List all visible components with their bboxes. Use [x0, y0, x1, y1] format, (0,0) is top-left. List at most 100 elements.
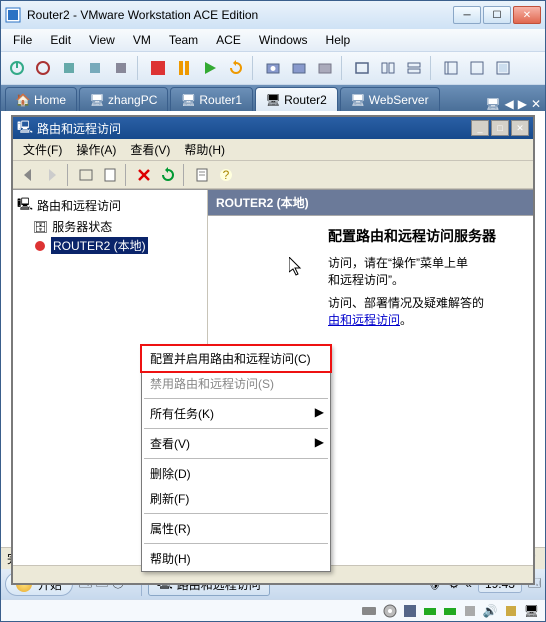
props-icon[interactable] — [99, 164, 121, 186]
view-icon[interactable] — [491, 56, 515, 80]
vm-icon: 🖥 — [351, 93, 365, 107]
help-icon[interactable]: ? — [215, 164, 237, 186]
delete-icon[interactable] — [133, 164, 155, 186]
vmware-statusbar: 🔊 🖥 — [1, 599, 545, 621]
fullscreen-icon[interactable] — [465, 56, 489, 80]
menu-ace[interactable]: ACE — [208, 31, 249, 49]
play-icon[interactable] — [198, 56, 222, 80]
menu-edit[interactable]: Edit — [42, 31, 79, 49]
vmware-window: Router2 - VMware Workstation ACE Edition… — [0, 0, 546, 622]
stop-icon[interactable] — [146, 56, 170, 80]
menu-team[interactable]: Team — [161, 31, 206, 49]
props-icon[interactable] — [191, 164, 213, 186]
snapshot-icon[interactable] — [313, 56, 337, 80]
tab-close-icon[interactable]: ✕ — [531, 97, 541, 111]
ctx-refresh[interactable]: 刷新(F) — [142, 486, 330, 511]
titlebar[interactable]: Router2 - VMware Workstation ACE Edition… — [1, 1, 545, 29]
view-icon[interactable] — [350, 56, 374, 80]
reset-icon[interactable] — [224, 56, 248, 80]
tab-router1[interactable]: 🖥Router1 — [170, 87, 253, 111]
context-menu: 配置并启用路由和远程访问(C) 禁用路由和远程访问(S) 所有任务(K)▶ 查看… — [141, 345, 331, 572]
device-nic-icon[interactable] — [423, 604, 437, 618]
forward-icon[interactable] — [41, 164, 63, 186]
tool-icon[interactable] — [109, 56, 133, 80]
details-text: 访问、部署情况及疑难解答的由和远程访问。 — [328, 294, 525, 328]
poweron-icon[interactable] — [5, 56, 29, 80]
inner-minimize-button[interactable]: _ — [471, 120, 489, 136]
device-usb-icon[interactable] — [463, 604, 477, 618]
server-stopped-icon — [33, 239, 47, 253]
show-icon[interactable] — [75, 164, 97, 186]
device-cd-icon[interactable] — [383, 604, 397, 618]
menu-vm[interactable]: VM — [125, 31, 159, 49]
poweroff-icon[interactable] — [31, 56, 55, 80]
details-text: 访问，请在“操作”菜单上单和远程访问”。 — [328, 254, 525, 288]
ctx-properties[interactable]: 属性(R) — [142, 516, 330, 541]
tab-webserver[interactable]: 🖥WebServer — [340, 87, 440, 111]
tab-home[interactable]: 🏠Home — [5, 87, 77, 111]
back-icon[interactable] — [17, 164, 39, 186]
inner-menubar: 文件(F) 操作(A) 查看(V) 帮助(H) — [13, 139, 533, 161]
device-icon[interactable]: 🖥 — [524, 604, 539, 618]
menu-view[interactable]: View — [81, 31, 123, 49]
inner-menu-help[interactable]: 帮助(H) — [178, 139, 231, 160]
home-icon: 🏠 — [16, 93, 30, 107]
ctx-configure-rras[interactable]: 配置并启用路由和远程访问(C) — [140, 344, 332, 373]
snapshot-icon[interactable] — [261, 56, 285, 80]
inner-close-button[interactable]: ✕ — [511, 120, 529, 136]
tree-router2-local[interactable]: ROUTER2 (本地) — [33, 236, 203, 255]
tool-icon[interactable] — [83, 56, 107, 80]
vmware-icon — [5, 7, 21, 23]
inner-titlebar[interactable]: 🖳 路由和远程访问 _ □ ✕ — [13, 117, 533, 139]
vm-tabbar: 🏠Home 🖥zhangPC 🖥Router1 🖥Router2 🖥WebSer… — [1, 85, 545, 111]
tab-prev-icon[interactable]: ◀ — [504, 97, 513, 111]
pause-icon[interactable] — [172, 56, 196, 80]
tree-root[interactable]: 🖳路由和远程访问 — [17, 194, 203, 217]
close-button[interactable]: ✕ — [513, 6, 541, 24]
menu-file[interactable]: File — [5, 31, 40, 49]
rras-link[interactable]: 由和远程访问 — [328, 313, 400, 327]
view-icon[interactable] — [402, 56, 426, 80]
device-nic-icon[interactable] — [443, 604, 457, 618]
refresh-icon[interactable] — [157, 164, 179, 186]
device-icon[interactable] — [504, 604, 518, 618]
tab-nav: 🖥 ◀ ▶ ✕ — [485, 97, 545, 111]
inner-title-text: 路由和远程访问 — [37, 120, 121, 137]
inner-menu-file[interactable]: 文件(F) — [17, 139, 68, 160]
tab-zhangpc[interactable]: 🖥zhangPC — [79, 87, 168, 111]
tab-router2[interactable]: 🖥Router2 — [255, 87, 338, 111]
vm-icon: 🖥 — [181, 93, 195, 107]
minimize-button[interactable]: ─ — [453, 6, 481, 24]
device-hdd-icon[interactable] — [361, 604, 377, 618]
window-title: Router2 - VMware Workstation ACE Edition — [27, 8, 453, 22]
maximize-button[interactable]: ☐ — [483, 6, 511, 24]
snapshot-icon[interactable] — [287, 56, 311, 80]
menu-help[interactable]: Help — [318, 31, 359, 49]
inner-menu-view[interactable]: 查看(V) — [124, 139, 176, 160]
view-icon[interactable] — [376, 56, 400, 80]
menubar: File Edit View VM Team ACE Windows Help — [1, 29, 545, 51]
menu-windows[interactable]: Windows — [251, 31, 316, 49]
details-heading: 配置路由和远程访问服务器 — [328, 226, 525, 246]
inner-toolbar: ? — [13, 161, 533, 189]
tab-more-icon[interactable]: 🖥 — [485, 97, 500, 111]
vm-icon: 🖥 — [266, 93, 280, 107]
ctx-view[interactable]: 查看(V)▶ — [142, 431, 330, 456]
vm-display: 🖳 路由和远程访问 _ □ ✕ 文件(F) 操作(A) 查看(V) 帮助(H) — [1, 111, 545, 547]
ctx-help[interactable]: 帮助(H) — [142, 546, 330, 571]
tab-next-icon[interactable]: ▶ — [518, 97, 527, 111]
device-floppy-icon[interactable] — [403, 604, 417, 618]
inner-maximize-button[interactable]: □ — [491, 120, 509, 136]
inner-menu-action[interactable]: 操作(A) — [70, 139, 122, 160]
device-sound-icon[interactable]: 🔊 — [483, 604, 498, 618]
tree-server-status[interactable]: 🗄服务器状态 — [33, 217, 203, 236]
ctx-all-tasks[interactable]: 所有任务(K)▶ — [142, 401, 330, 426]
ctx-delete[interactable]: 删除(D) — [142, 461, 330, 486]
submenu-arrow-icon: ▶ — [315, 405, 324, 419]
rras-icon: 🖳 — [17, 195, 33, 216]
toolbar — [1, 51, 545, 85]
rras-icon: 🖳 — [17, 118, 33, 139]
view-icon[interactable] — [439, 56, 463, 80]
tool-icon[interactable] — [57, 56, 81, 80]
ctx-disable-rras: 禁用路由和远程访问(S) — [142, 371, 330, 396]
